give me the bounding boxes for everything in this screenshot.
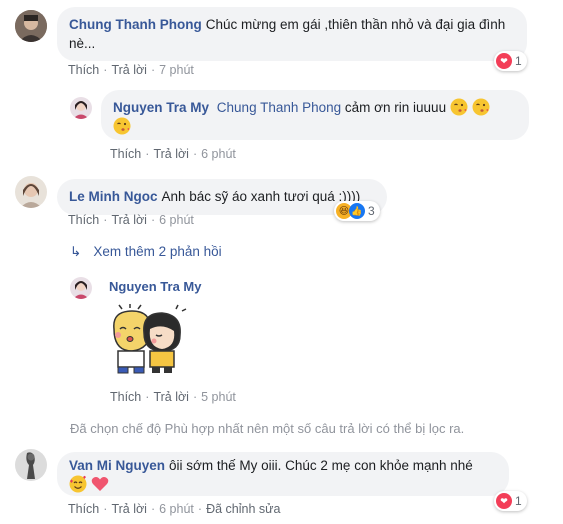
edited-link[interactable]: Đã chỉnh sửa — [206, 502, 280, 516]
smiling-face-with-hearts-icon — [69, 475, 91, 493]
heart-reaction-icon: ❤ — [496, 493, 512, 509]
reaction-count: 1 — [515, 54, 522, 68]
reply-arrow-icon: ↳ — [70, 244, 82, 259]
filter-note: Đã chọn chế độ Phù hợp nhất nên một số c… — [70, 421, 465, 436]
view-more-replies-label: Xem thêm 2 phản hồi — [93, 244, 222, 259]
comment-time[interactable]: 6 phút — [159, 502, 194, 516]
like-link[interactable]: Thích — [68, 213, 99, 227]
reply-link[interactable]: Trả lời — [111, 213, 147, 227]
mention-tag[interactable]: Chung Thanh Phong — [217, 100, 341, 115]
comment-actions: Thích · Trả lời · 7 phút — [68, 63, 194, 77]
reply-link[interactable]: Trả lời — [111, 63, 147, 77]
reaction-summary[interactable]: ❤ 1 — [494, 491, 527, 511]
reply-time[interactable]: 5 phút — [201, 390, 236, 404]
avatar-photo-icon — [70, 277, 92, 299]
reply-time[interactable]: 6 phút — [201, 147, 236, 161]
like-link[interactable]: Thích — [110, 147, 141, 161]
reply-text: cảm ơn rin iuuuu — [344, 100, 447, 115]
kiss-emoji-icon — [113, 117, 131, 135]
reaction-summary[interactable]: ❤ 1 — [494, 51, 527, 71]
heart-emoji-icon — [91, 477, 109, 492]
avatar-photo-icon — [15, 449, 47, 481]
kiss-emoji-icon — [450, 98, 472, 116]
avatar-le-minh-ngoc[interactable] — [15, 176, 47, 208]
avatar-nguyen-tra-my[interactable] — [70, 97, 92, 119]
view-more-replies-link[interactable]: ↳ Xem thêm 2 phản hồi — [70, 244, 222, 260]
kiss-emoji-icon — [472, 98, 490, 116]
two-kids-hugging-sticker-icon[interactable] — [104, 303, 188, 381]
avatar-van-mi-nguyen[interactable] — [15, 449, 47, 481]
reply-actions: Thích · Trả lời · 6 phút — [110, 147, 236, 161]
avatar-chung-thanh-phong[interactable] — [15, 10, 47, 42]
comment-time[interactable]: 6 phút — [159, 213, 194, 227]
comment-author[interactable]: Chung Thanh Phong — [69, 17, 202, 32]
like-link[interactable]: Thích — [68, 63, 99, 77]
reply-link[interactable]: Trả lời — [153, 390, 189, 404]
like-link[interactable]: Thích — [68, 502, 99, 516]
comment-text: Anh bác sỹ áo xanh tươi quá :)))) — [161, 189, 361, 204]
avatar-photo-icon — [70, 97, 92, 119]
comment-author[interactable]: Van Mi Nguyen — [69, 458, 165, 473]
reply-author[interactable]: Nguyen Tra My — [109, 279, 201, 294]
reaction-count: 3 — [368, 204, 375, 218]
comment-bubble: Van Mi Nguyen ôii sớm thế My oiii. Chúc 2… — [57, 452, 509, 496]
avatar-photo-icon — [15, 176, 47, 208]
avatar-photo-icon — [15, 10, 47, 42]
reply-link[interactable]: Trả lời — [111, 502, 147, 516]
reply-actions: Thích · Trả lời · 5 phút — [110, 390, 236, 404]
like-reaction-icon: 👍 — [349, 203, 365, 219]
reaction-summary[interactable]: 😆 👍 3 — [334, 201, 380, 221]
heart-reaction-icon: ❤ — [496, 53, 512, 69]
avatar-nguyen-tra-my[interactable] — [70, 277, 92, 299]
reply-bubble: Nguyen Tra My Chung Thanh Phong cảm ơn r… — [101, 90, 529, 140]
comment-bubble: Chung Thanh Phong Chúc mừng em gái ,thiên… — [57, 7, 527, 61]
reaction-count: 1 — [515, 494, 522, 508]
comment-actions: Thích · Trả lời · 6 phút · Đã chỉnh sửa — [68, 502, 281, 516]
reply-link[interactable]: Trả lời — [153, 147, 189, 161]
like-link[interactable]: Thích — [110, 390, 141, 404]
comment-time[interactable]: 7 phút — [159, 63, 194, 77]
reply-author[interactable]: Nguyen Tra My — [113, 100, 209, 115]
comment-text: ôii sớm thế My oiii. Chúc 2 mẹ con khỏe … — [169, 458, 473, 473]
comment-author[interactable]: Le Minh Ngoc — [69, 189, 158, 204]
comment-actions: Thích · Trả lời · 6 phút — [68, 213, 194, 227]
